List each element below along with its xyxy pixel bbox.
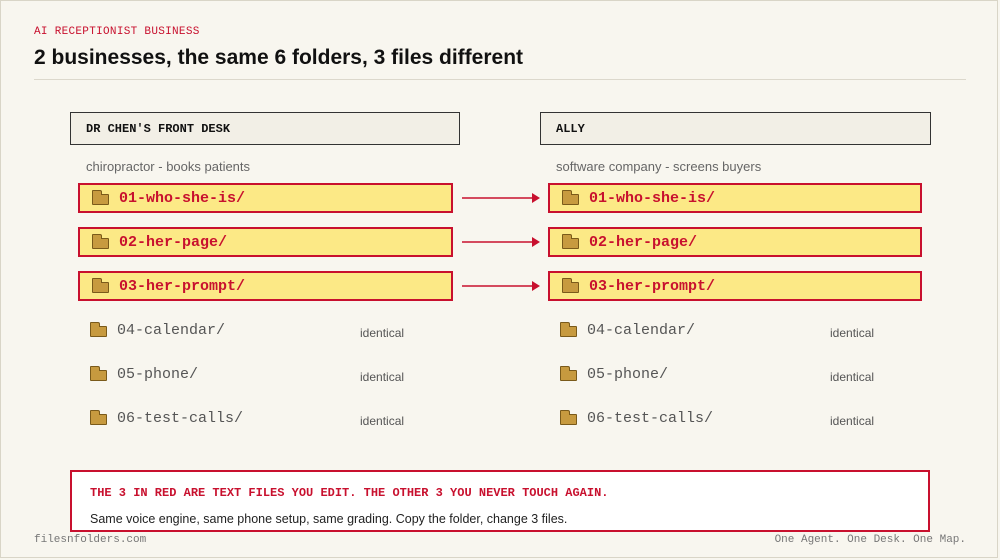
- identical-tag: identical: [830, 414, 875, 428]
- folder-icon: [560, 409, 577, 425]
- arrow-right-icon: [462, 193, 540, 203]
- folder-icon: [562, 189, 579, 205]
- footer-site: filesnfolders.com: [34, 534, 147, 546]
- right-folder-06[interactable]: 06-test-calls/: [548, 403, 713, 433]
- folder-label: 03-her-prompt/: [589, 277, 716, 295]
- arrow-right-icon: [462, 237, 540, 247]
- left-folder-04[interactable]: 04-calendar/: [78, 315, 225, 345]
- folder-icon: [90, 365, 107, 381]
- left-folder-03[interactable]: 03-her-prompt/: [78, 271, 453, 301]
- folder-label: 01-who-she-is/: [119, 189, 246, 207]
- identical-tag: identical: [830, 326, 875, 340]
- right-folder-02[interactable]: 02-her-page/: [548, 227, 922, 257]
- identical-tag: identical: [360, 326, 405, 340]
- folder-icon: [90, 409, 107, 425]
- callout-box: THE 3 IN RED ARE TEXT FILES YOU EDIT. TH…: [70, 470, 930, 532]
- folder-label: 03-her-prompt/: [119, 277, 246, 295]
- arrow-right-icon: [462, 281, 540, 291]
- right-folder-01[interactable]: 01-who-she-is/: [548, 183, 922, 213]
- right-folder-04[interactable]: 04-calendar/: [548, 315, 695, 345]
- left-folder-01[interactable]: 01-who-she-is/: [78, 183, 453, 213]
- folder-icon: [562, 277, 579, 293]
- folder-label: 04-calendar/: [587, 321, 696, 339]
- folder-label: 05-phone/: [117, 365, 199, 383]
- eyebrow-label: AI RECEPTIONIST BUSINESS: [34, 26, 200, 38]
- folder-label: 06-test-calls/: [587, 409, 714, 427]
- footer-tagline: One Agent. One Desk. One Map.: [774, 534, 966, 546]
- folder-icon: [560, 321, 577, 337]
- folder-label: 05-phone/: [587, 365, 669, 383]
- folder-label: 01-who-she-is/: [589, 189, 716, 207]
- callout-body: Same voice engine, same phone setup, sam…: [90, 512, 568, 526]
- identical-tag: identical: [360, 370, 405, 384]
- right-column-subtitle: software company - screens buyers: [556, 159, 762, 174]
- right-column-header: ALLY: [540, 112, 931, 145]
- folder-icon: [92, 189, 109, 205]
- left-column-header: DR CHEN'S FRONT DESK: [70, 112, 460, 145]
- right-folder-03[interactable]: 03-her-prompt/: [548, 271, 922, 301]
- folder-icon: [560, 365, 577, 381]
- identical-tag: identical: [360, 414, 405, 428]
- left-folder-06[interactable]: 06-test-calls/: [78, 403, 243, 433]
- callout-heading: THE 3 IN RED ARE TEXT FILES YOU EDIT. TH…: [90, 486, 609, 500]
- folder-label: 02-her-page/: [119, 233, 228, 251]
- page-title: 2 businesses, the same 6 folders, 3 file…: [34, 46, 524, 69]
- folder-icon: [90, 321, 107, 337]
- left-folder-02[interactable]: 02-her-page/: [78, 227, 453, 257]
- left-folder-05[interactable]: 05-phone/: [78, 359, 198, 389]
- folder-icon: [92, 277, 109, 293]
- folder-icon: [562, 233, 579, 249]
- folder-label: 02-her-page/: [589, 233, 698, 251]
- folder-label: 06-test-calls/: [117, 409, 244, 427]
- right-folder-05[interactable]: 05-phone/: [548, 359, 668, 389]
- folder-label: 04-calendar/: [117, 321, 226, 339]
- identical-tag: identical: [830, 370, 875, 384]
- title-divider: [34, 79, 966, 80]
- folder-icon: [92, 233, 109, 249]
- left-column-subtitle: chiropractor - books patients: [86, 159, 251, 174]
